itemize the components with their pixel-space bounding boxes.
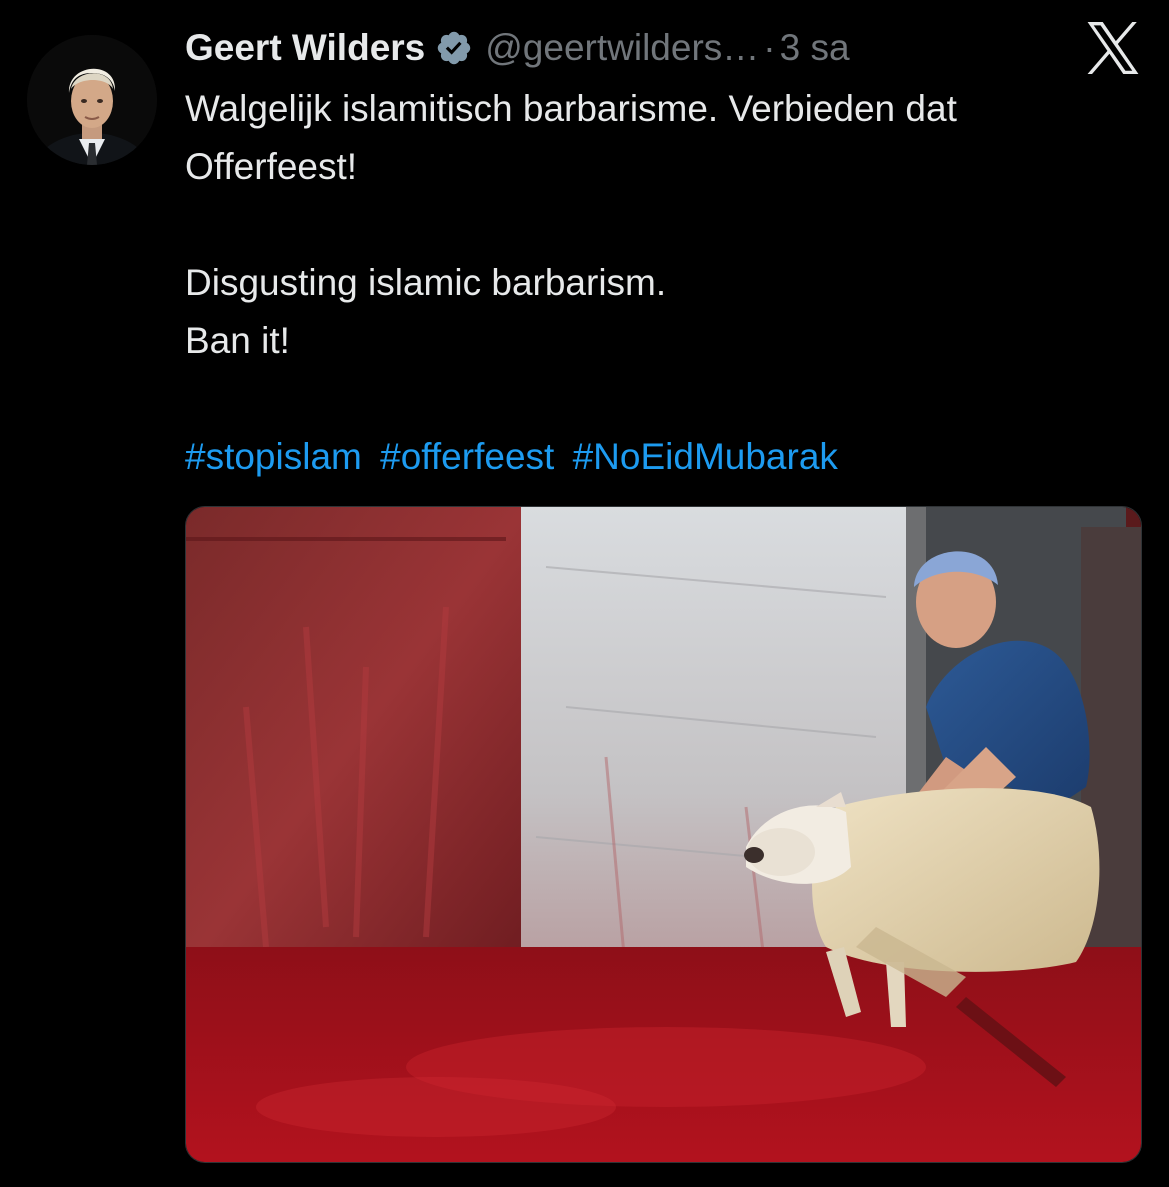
- hashtag-link[interactable]: #offerfeest: [380, 436, 554, 477]
- tweet-text-line: Disgusting islamic barbarism.: [185, 262, 667, 303]
- tweet-media-image[interactable]: [185, 506, 1142, 1163]
- verified-badge-icon: [435, 29, 473, 67]
- author-name[interactable]: Geert Wilders: [185, 22, 425, 74]
- avatar-portrait: [27, 35, 157, 165]
- hashtag-list: #stopislam #offerfeest #NoEidMubarak: [185, 428, 1145, 486]
- tweet-text-line: [185, 196, 1145, 254]
- tweet-header: Geert Wilders @geertwilders… · 3 sa: [185, 22, 850, 74]
- x-logo-icon[interactable]: [1084, 22, 1142, 74]
- avatar[interactable]: [27, 35, 157, 165]
- separator-dot: ·: [763, 27, 776, 68]
- photo-illustration: [186, 507, 1141, 1162]
- tweet-text-line: Ban it!: [185, 320, 290, 361]
- tweet-text-line: Offerfeest!: [185, 146, 358, 187]
- author-handle[interactable]: @geertwilders…: [485, 22, 759, 74]
- hashtag-link[interactable]: #NoEidMubarak: [573, 436, 838, 477]
- tweet-text-line: [185, 370, 1145, 428]
- tweet-text-line: Walgelijk islamitisch barbarisme. Verbie…: [185, 88, 957, 129]
- tweet-text: Walgelijk islamitisch barbarisme. Verbie…: [185, 80, 1145, 486]
- timestamp[interactable]: 3 sa: [780, 22, 850, 74]
- hashtag-link[interactable]: #stopislam: [185, 436, 362, 477]
- tweet-card[interactable]: Geert Wilders @geertwilders… · 3 sa Walg…: [0, 0, 1169, 1187]
